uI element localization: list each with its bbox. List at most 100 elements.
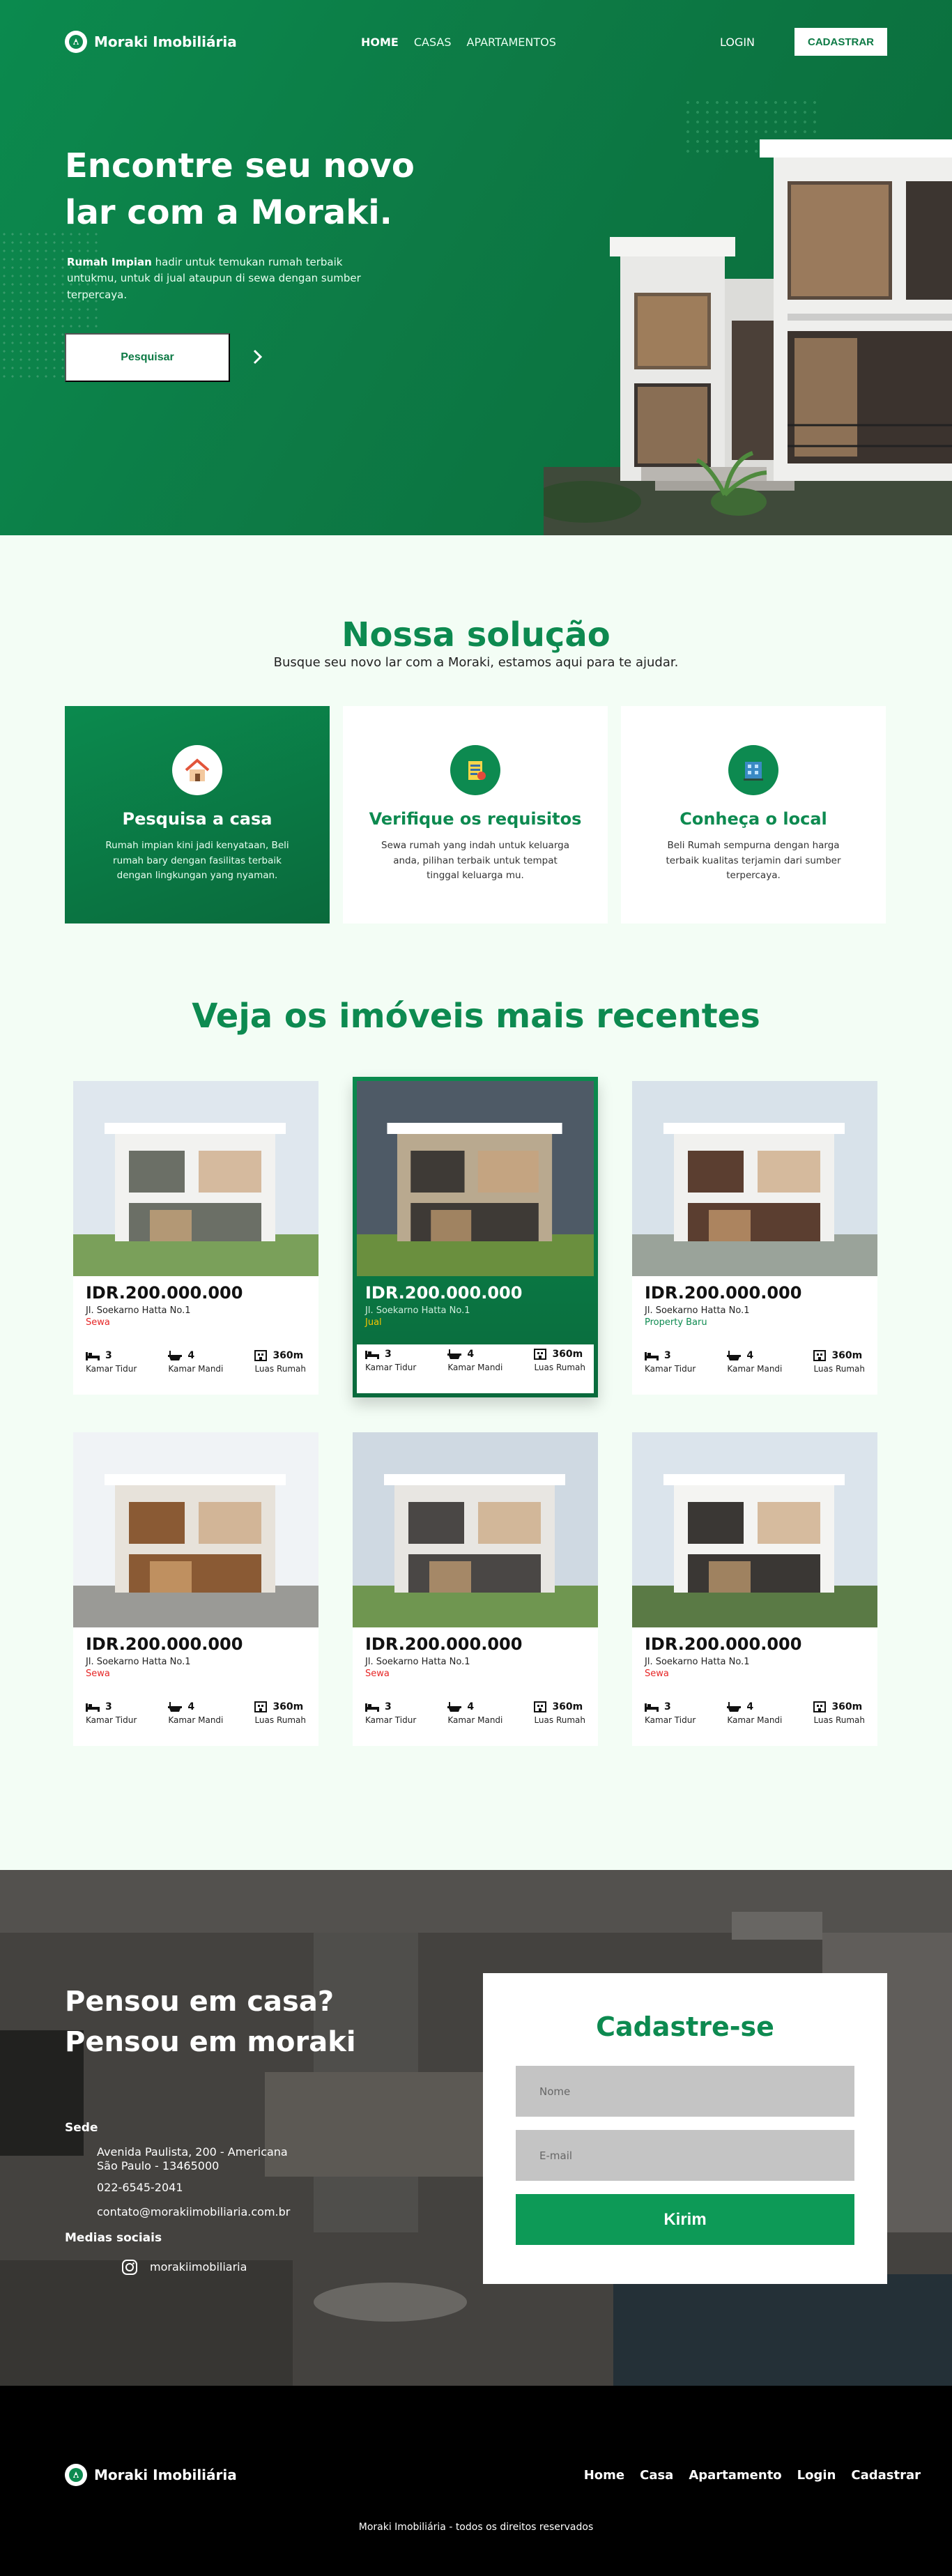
footer-link-cadastrar[interactable]: Cadastrar bbox=[851, 2468, 921, 2483]
baths-value: 4 bbox=[467, 1701, 475, 1712]
beds-value: 3 bbox=[664, 1701, 671, 1712]
top-nav: Moraki Imobiliária HOME CASAS APARTAMENT… bbox=[65, 28, 887, 56]
brand[interactable]: Moraki Imobiliária bbox=[65, 31, 237, 53]
property-features: 3 Kamar Tidur 4 Kamar Mandi 360m Luas Ru… bbox=[645, 1350, 865, 1374]
address-line1: Avenida Paulista, 200 - Americana bbox=[97, 2145, 288, 2159]
bathtub-icon bbox=[168, 1351, 183, 1360]
checklist-icon bbox=[450, 745, 500, 795]
card-title: Conheça o local bbox=[680, 809, 827, 829]
property-image bbox=[632, 1081, 877, 1276]
property-info: IDR.200.000.000 Jl. Soekarno Hatta No.1 … bbox=[353, 1276, 598, 1328]
footer-link-apartamento[interactable]: Apartamento bbox=[689, 2468, 781, 2483]
footer-brand[interactable]: Moraki Imobiliária bbox=[65, 2464, 237, 2486]
property-card[interactable]: IDR.200.000.000 Jl. Soekarno Hatta No.1 … bbox=[632, 1432, 877, 1746]
contact-section: Pensou em casa? Pensou em moraki Sede Av… bbox=[0, 1870, 952, 2386]
area-icon bbox=[534, 1701, 547, 1712]
area-value: 360m bbox=[272, 1350, 304, 1361]
email-input[interactable] bbox=[516, 2130, 854, 2181]
solution-card-search[interactable]: Pesquisa a casa Rumah impian kini jadi k… bbox=[65, 706, 330, 923]
hero-title-line2: lar com a Moraki. bbox=[65, 193, 392, 233]
property-tag: Sewa bbox=[86, 1317, 110, 1328]
beds-feature: 3 Kamar Tidur bbox=[365, 1701, 416, 1725]
area-value: 360m bbox=[272, 1701, 304, 1712]
bathtub-icon bbox=[447, 1702, 462, 1712]
footer-link-login[interactable]: Login bbox=[797, 2468, 836, 2483]
solution-section: Nossa solução Busque seu novo lar com a … bbox=[0, 535, 952, 1870]
beds-value: 3 bbox=[664, 1350, 671, 1361]
area-feature: 360m Luas Rumah bbox=[813, 1701, 865, 1725]
property-address: Jl. Soekarno Hatta No.1 bbox=[86, 1305, 191, 1316]
property-price: IDR.200.000.000 bbox=[86, 1283, 243, 1303]
bed-icon bbox=[645, 1352, 659, 1360]
hero-title-line1: Encontre seu novo bbox=[65, 146, 415, 185]
area-feature: 360m Luas Rumah bbox=[534, 1349, 585, 1372]
property-card[interactable]: IDR.200.000.000 Jl. Soekarno Hatta No.1 … bbox=[73, 1081, 318, 1395]
nav-home-link[interactable]: HOME bbox=[361, 36, 399, 49]
property-address: Jl. Soekarno Hatta No.1 bbox=[645, 1305, 750, 1316]
card-text: Rumah impian kini jadi kenyataan, Beli r… bbox=[105, 840, 289, 882]
property-card[interactable]: IDR.200.000.000 Jl. Soekarno Hatta No.1 … bbox=[353, 1077, 598, 1397]
area-icon bbox=[813, 1350, 827, 1361]
property-features: 3 Kamar Tidur 4 Kamar Mandi 360m Luas Ru… bbox=[645, 1701, 865, 1725]
property-image bbox=[357, 1081, 594, 1276]
solution-card-location[interactable]: Conheça o local Beli Rumah sempurna deng… bbox=[621, 706, 886, 923]
property-card[interactable]: IDR.200.000.000 Jl. Soekarno Hatta No.1 … bbox=[73, 1432, 318, 1746]
house-icon bbox=[172, 745, 222, 795]
area-icon bbox=[254, 1350, 268, 1361]
area-feature: 360m Luas Rumah bbox=[254, 1701, 306, 1725]
submit-button[interactable]: Kirim bbox=[516, 2194, 854, 2245]
contact-title: Pensou em casa? Pensou em moraki bbox=[65, 1981, 427, 2062]
card-text: Beli Rumah sempurna dengan harga terbaik… bbox=[666, 840, 841, 882]
area-feature: 360m Luas Rumah bbox=[534, 1701, 585, 1725]
property-info: IDR.200.000.000 Jl. Soekarno Hatta No.1 … bbox=[353, 1627, 598, 1679]
login-link[interactable]: LOGIN bbox=[720, 36, 755, 49]
beds-label: Kamar Tidur bbox=[365, 1715, 417, 1725]
property-card[interactable]: IDR.200.000.000 Jl. Soekarno Hatta No.1 … bbox=[353, 1432, 598, 1746]
logo-icon bbox=[65, 2464, 87, 2486]
area-icon bbox=[534, 1349, 547, 1360]
instagram-handle[interactable]: morakiimobiliaria bbox=[150, 2260, 373, 2274]
chevron-right-icon[interactable] bbox=[245, 344, 270, 369]
beds-value: 3 bbox=[385, 1349, 392, 1360]
property-address: Jl. Soekarno Hatta No.1 bbox=[365, 1657, 470, 1667]
email-link[interactable]: contato@morakiimobiliaria.com.br bbox=[97, 2205, 320, 2219]
property-address: Jl. Soekarno Hatta No.1 bbox=[86, 1657, 191, 1667]
nav-casas-link[interactable]: CASAS bbox=[414, 36, 452, 49]
property-card[interactable]: IDR.200.000.000 Jl. Soekarno Hatta No.1 … bbox=[632, 1081, 877, 1395]
property-address: Jl. Soekarno Hatta No.1 bbox=[645, 1657, 750, 1667]
baths-label: Kamar Mandi bbox=[447, 1363, 503, 1372]
beds-label: Kamar Tidur bbox=[645, 1364, 696, 1374]
card-title: Pesquisa a casa bbox=[122, 809, 272, 829]
footer-links: Home Casa Apartamento Login Cadastrar bbox=[584, 2468, 921, 2483]
footer-link-casa[interactable]: Casa bbox=[640, 2468, 673, 2483]
hero-subtitle-bold: Rumah Impian bbox=[67, 256, 152, 268]
instagram-icon[interactable] bbox=[121, 2259, 138, 2276]
nav-links: HOME CASAS APARTAMENTOS bbox=[361, 36, 556, 49]
signup-button[interactable]: CADASTRAR bbox=[794, 28, 887, 56]
baths-feature: 4 Kamar Mandi bbox=[727, 1350, 782, 1374]
beds-feature: 3 Kamar Tidur bbox=[645, 1701, 696, 1725]
bathtub-icon bbox=[727, 1702, 742, 1712]
solution-title: Nossa solução bbox=[341, 615, 611, 654]
beds-feature: 3 Kamar Tidur bbox=[365, 1349, 416, 1372]
social-label: Medias sociais bbox=[65, 2231, 162, 2245]
area-label: Luas Rumah bbox=[254, 1715, 306, 1725]
property-info: IDR.200.000.000 Jl. Soekarno Hatta No.1 … bbox=[632, 1627, 877, 1679]
beds-value: 3 bbox=[385, 1701, 392, 1712]
property-price: IDR.200.000.000 bbox=[645, 1283, 802, 1303]
search-button[interactable]: Pesquisar bbox=[65, 333, 230, 382]
property-tag: Property Baru bbox=[645, 1317, 707, 1328]
property-info: IDR.200.000.000 Jl. Soekarno Hatta No.1 … bbox=[73, 1276, 318, 1328]
footer-link-home[interactable]: Home bbox=[584, 2468, 624, 2483]
name-input[interactable] bbox=[516, 2066, 854, 2117]
nav-apartamentos-link[interactable]: APARTAMENTOS bbox=[467, 36, 556, 49]
solution-card-requirements[interactable]: Verifique os requisitos Sewa rumah yang … bbox=[343, 706, 608, 923]
solution-subtitle: Busque seu novo lar com a Moraki, estamo… bbox=[273, 655, 679, 670]
signup-form: Cadastre-se Kirim bbox=[483, 1973, 887, 2284]
card-title: Verifique os requisitos bbox=[369, 809, 582, 829]
property-features: 3 Kamar Tidur 4 Kamar Mandi 360m Luas Ru… bbox=[365, 1349, 585, 1372]
property-info: IDR.200.000.000 Jl. Soekarno Hatta No.1 … bbox=[73, 1627, 318, 1679]
area-value: 360m bbox=[831, 1701, 863, 1712]
baths-label: Kamar Mandi bbox=[727, 1364, 783, 1374]
beds-value: 3 bbox=[105, 1701, 112, 1712]
